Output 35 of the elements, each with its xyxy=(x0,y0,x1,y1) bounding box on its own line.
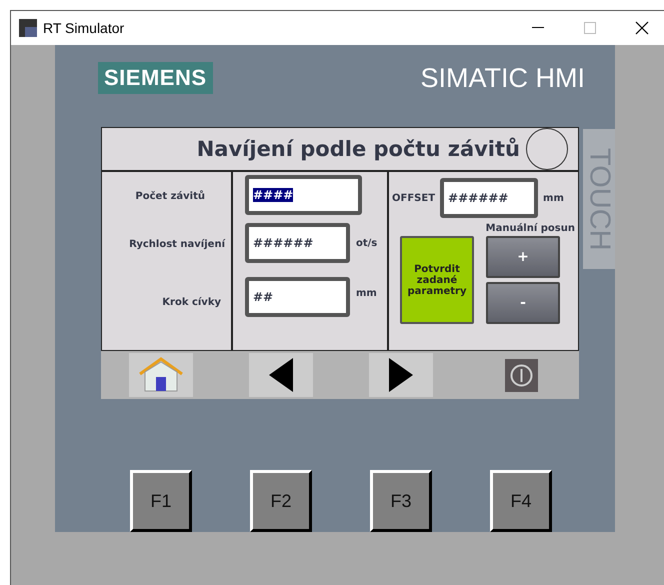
unit-label: mm xyxy=(543,192,564,204)
minimize-icon xyxy=(532,27,544,29)
offset-label: OFFSET xyxy=(392,192,436,204)
close-icon xyxy=(635,21,649,35)
right-arrow-icon xyxy=(389,358,413,392)
offset-field[interactable]: ###### xyxy=(440,178,538,218)
input-field[interactable]: ###### xyxy=(245,223,350,263)
maximize-icon xyxy=(584,22,596,34)
section-label: Manuální posun xyxy=(486,223,575,234)
home-icon xyxy=(137,357,185,393)
unit-label: mm xyxy=(356,288,377,298)
product-name: SIMATIC HMI xyxy=(420,62,585,94)
nav-button[interactable] xyxy=(249,353,313,397)
function-key[interactable]: F3 xyxy=(370,470,432,532)
window-title: RT Simulator xyxy=(43,20,126,36)
screen-title: Navíjení podle počtu závitů xyxy=(196,137,520,161)
function-key[interactable]: F2 xyxy=(250,470,312,532)
field-label: Počet závitů xyxy=(135,191,205,202)
nav-button[interactable] xyxy=(369,353,433,397)
brand-logo: SIEMENS xyxy=(98,62,213,94)
field-label: Rychlost navíjení xyxy=(129,239,225,250)
status-indicator xyxy=(526,128,568,170)
nav-button[interactable] xyxy=(129,353,193,397)
confirm-button[interactable]: Potvrdit zadané parametry xyxy=(400,236,474,324)
input-field[interactable]: #### xyxy=(245,175,362,215)
function-key[interactable]: F4 xyxy=(490,470,552,532)
power-icon xyxy=(504,358,538,392)
jog-button[interactable]: - xyxy=(486,282,560,324)
input-field[interactable]: ## xyxy=(245,277,350,317)
field-label: Krok cívky xyxy=(162,297,221,308)
app-icon xyxy=(19,19,37,37)
left-arrow-icon xyxy=(269,358,293,392)
unit-label: ot/s xyxy=(356,238,378,248)
function-key[interactable]: F1 xyxy=(130,470,192,532)
jog-button[interactable]: + xyxy=(486,236,560,278)
